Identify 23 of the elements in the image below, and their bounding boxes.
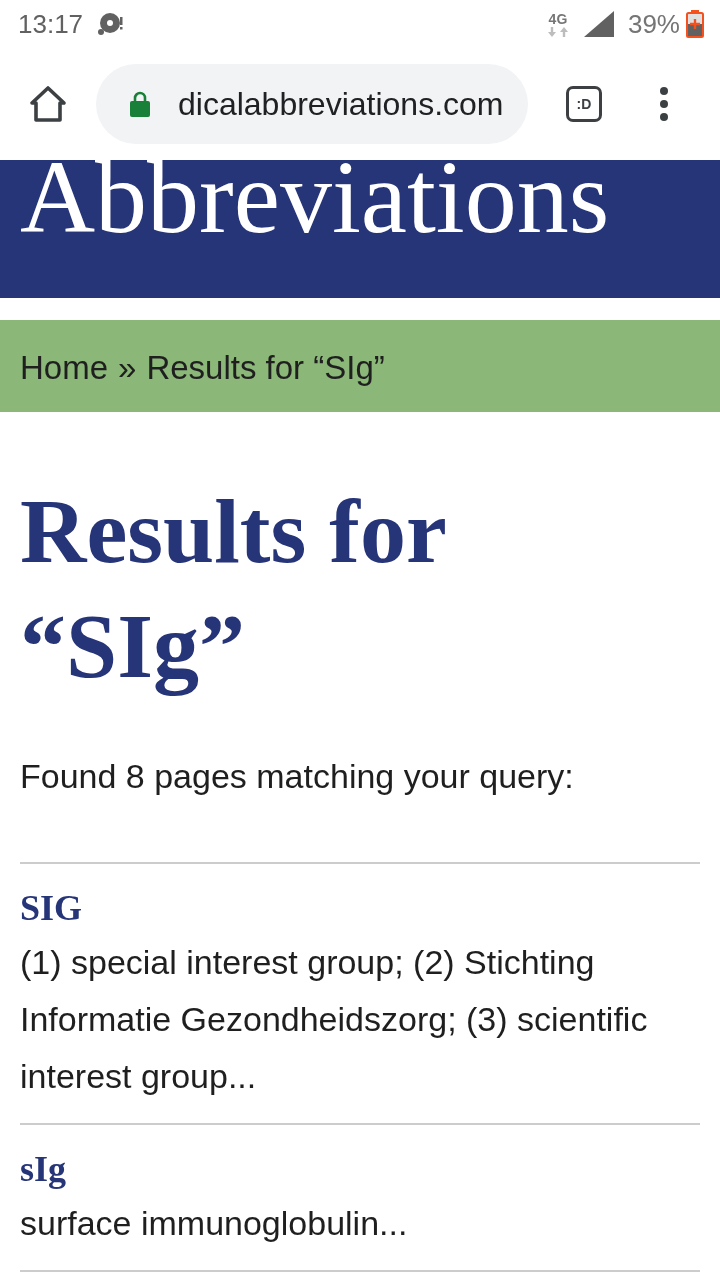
breadcrumb-separator: »	[118, 350, 137, 384]
breadcrumb-link[interactable]: Home	[20, 350, 109, 384]
results-summary: Found 8 pages matching your query:	[20, 756, 575, 797]
result-term-link[interactable]: sIg	[20, 1147, 67, 1191]
battery-percent: 39%	[627, 11, 680, 37]
address-bar[interactable]: dicalabbreviations.com	[96, 64, 528, 144]
disc-icon	[97, 12, 124, 36]
result-definition: (1) special interest group; (2) Stichting Informatie Gezondheidszorg; (3) scientific interest group...	[20, 942, 649, 1097]
battery-icon	[686, 10, 704, 38]
status-time: 13:17	[18, 11, 84, 37]
network-type: 4G	[548, 11, 568, 26]
result-definition: surface immunoglobulin...	[20, 1203, 409, 1244]
home-button[interactable]	[28, 84, 68, 124]
site-title[interactable]: Abbreviations	[20, 160, 610, 234]
tab-switcher-button[interactable]: :D	[566, 86, 602, 122]
breadcrumb-current: Results for “SIg”	[146, 350, 385, 384]
home-icon	[29, 85, 67, 123]
page-heading: Results for “SIg”	[20, 479, 447, 699]
menu-icon	[660, 87, 668, 121]
signal-icon	[583, 11, 614, 37]
result-term-link[interactable]: SIG	[20, 886, 83, 930]
lock-icon	[130, 91, 150, 117]
data-arrows-icon	[545, 26, 570, 37]
